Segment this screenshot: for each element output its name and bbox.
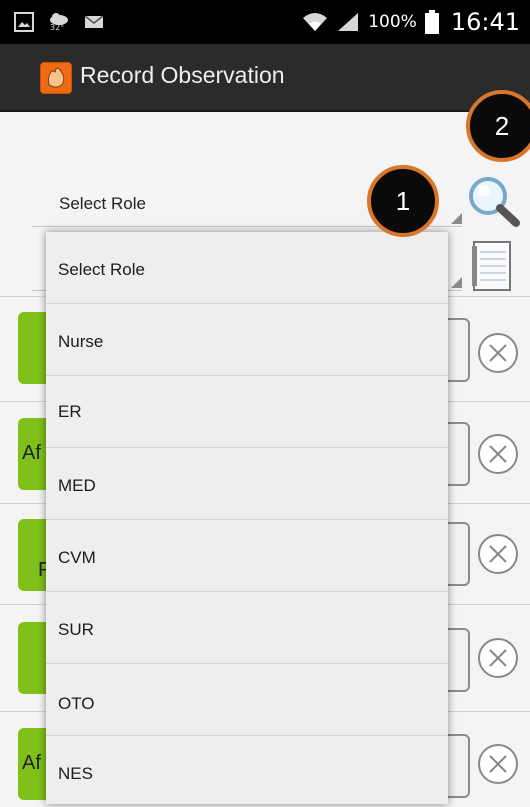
- spinner-arrow-icon: [451, 277, 462, 288]
- mail-icon: [84, 15, 104, 28]
- dropdown-item-label: CVM: [58, 548, 96, 567]
- search-icon[interactable]: [462, 172, 522, 228]
- notebook-icon[interactable]: [470, 240, 514, 292]
- role-dropdown-menu[interactable]: Select Role Nurse ER MED CVM SUR OTO NES: [46, 232, 448, 804]
- battery-percent: 100%: [368, 12, 417, 32]
- dropdown-item-sur[interactable]: SUR: [46, 592, 448, 664]
- dropdown-item-nes[interactable]: NES: [46, 736, 448, 807]
- dropdown-item-label: OTO: [58, 694, 95, 713]
- close-circle-icon[interactable]: [476, 331, 520, 375]
- dropdown-item-nurse[interactable]: Nurse: [46, 304, 448, 376]
- image-icon: [14, 12, 34, 32]
- battery-icon: [424, 10, 439, 34]
- signal-icon: [338, 13, 359, 31]
- dropdown-item-label: ER: [58, 402, 82, 421]
- close-circle-icon[interactable]: [476, 532, 520, 576]
- close-circle-icon[interactable]: [476, 742, 520, 786]
- dropdown-item-label: NES: [58, 764, 93, 783]
- status-bar-left: 32°: [14, 11, 104, 33]
- dropdown-item-er[interactable]: ER: [46, 376, 448, 448]
- status-bar: 32° 100% 16:41: [0, 0, 530, 44]
- role-spinner-label: Select Role: [59, 194, 146, 213]
- tag-text: Af: [22, 752, 41, 774]
- dropdown-item-med[interactable]: MED: [46, 448, 448, 520]
- page-title: Record Observation: [80, 62, 285, 88]
- app-logo-icon: [40, 62, 72, 94]
- tag-text: Af: [22, 442, 41, 464]
- dropdown-item-label: Select Role: [58, 260, 145, 279]
- dropdown-item-label: Nurse: [58, 332, 104, 351]
- close-circle-icon[interactable]: [476, 432, 520, 476]
- weather-icon: 32°: [48, 11, 70, 33]
- status-bar-right: 100% 16:41: [302, 8, 520, 36]
- dropdown-item-select-role[interactable]: Select Role: [46, 232, 448, 304]
- clock: 16:41: [450, 8, 520, 36]
- dropdown-item-oto[interactable]: OTO: [46, 664, 448, 736]
- dropdown-item-cvm[interactable]: CVM: [46, 520, 448, 592]
- action-bar: Record Observation: [0, 44, 530, 112]
- dropdown-item-label: MED: [58, 476, 96, 495]
- close-circle-icon[interactable]: [476, 636, 520, 680]
- callout-2: 2: [466, 90, 530, 162]
- wifi-icon: [303, 13, 328, 31]
- spinner-arrow-icon: [451, 213, 462, 224]
- temperature-text: 32°: [50, 23, 65, 32]
- callout-1: 1: [367, 165, 439, 237]
- dropdown-item-label: SUR: [58, 620, 94, 639]
